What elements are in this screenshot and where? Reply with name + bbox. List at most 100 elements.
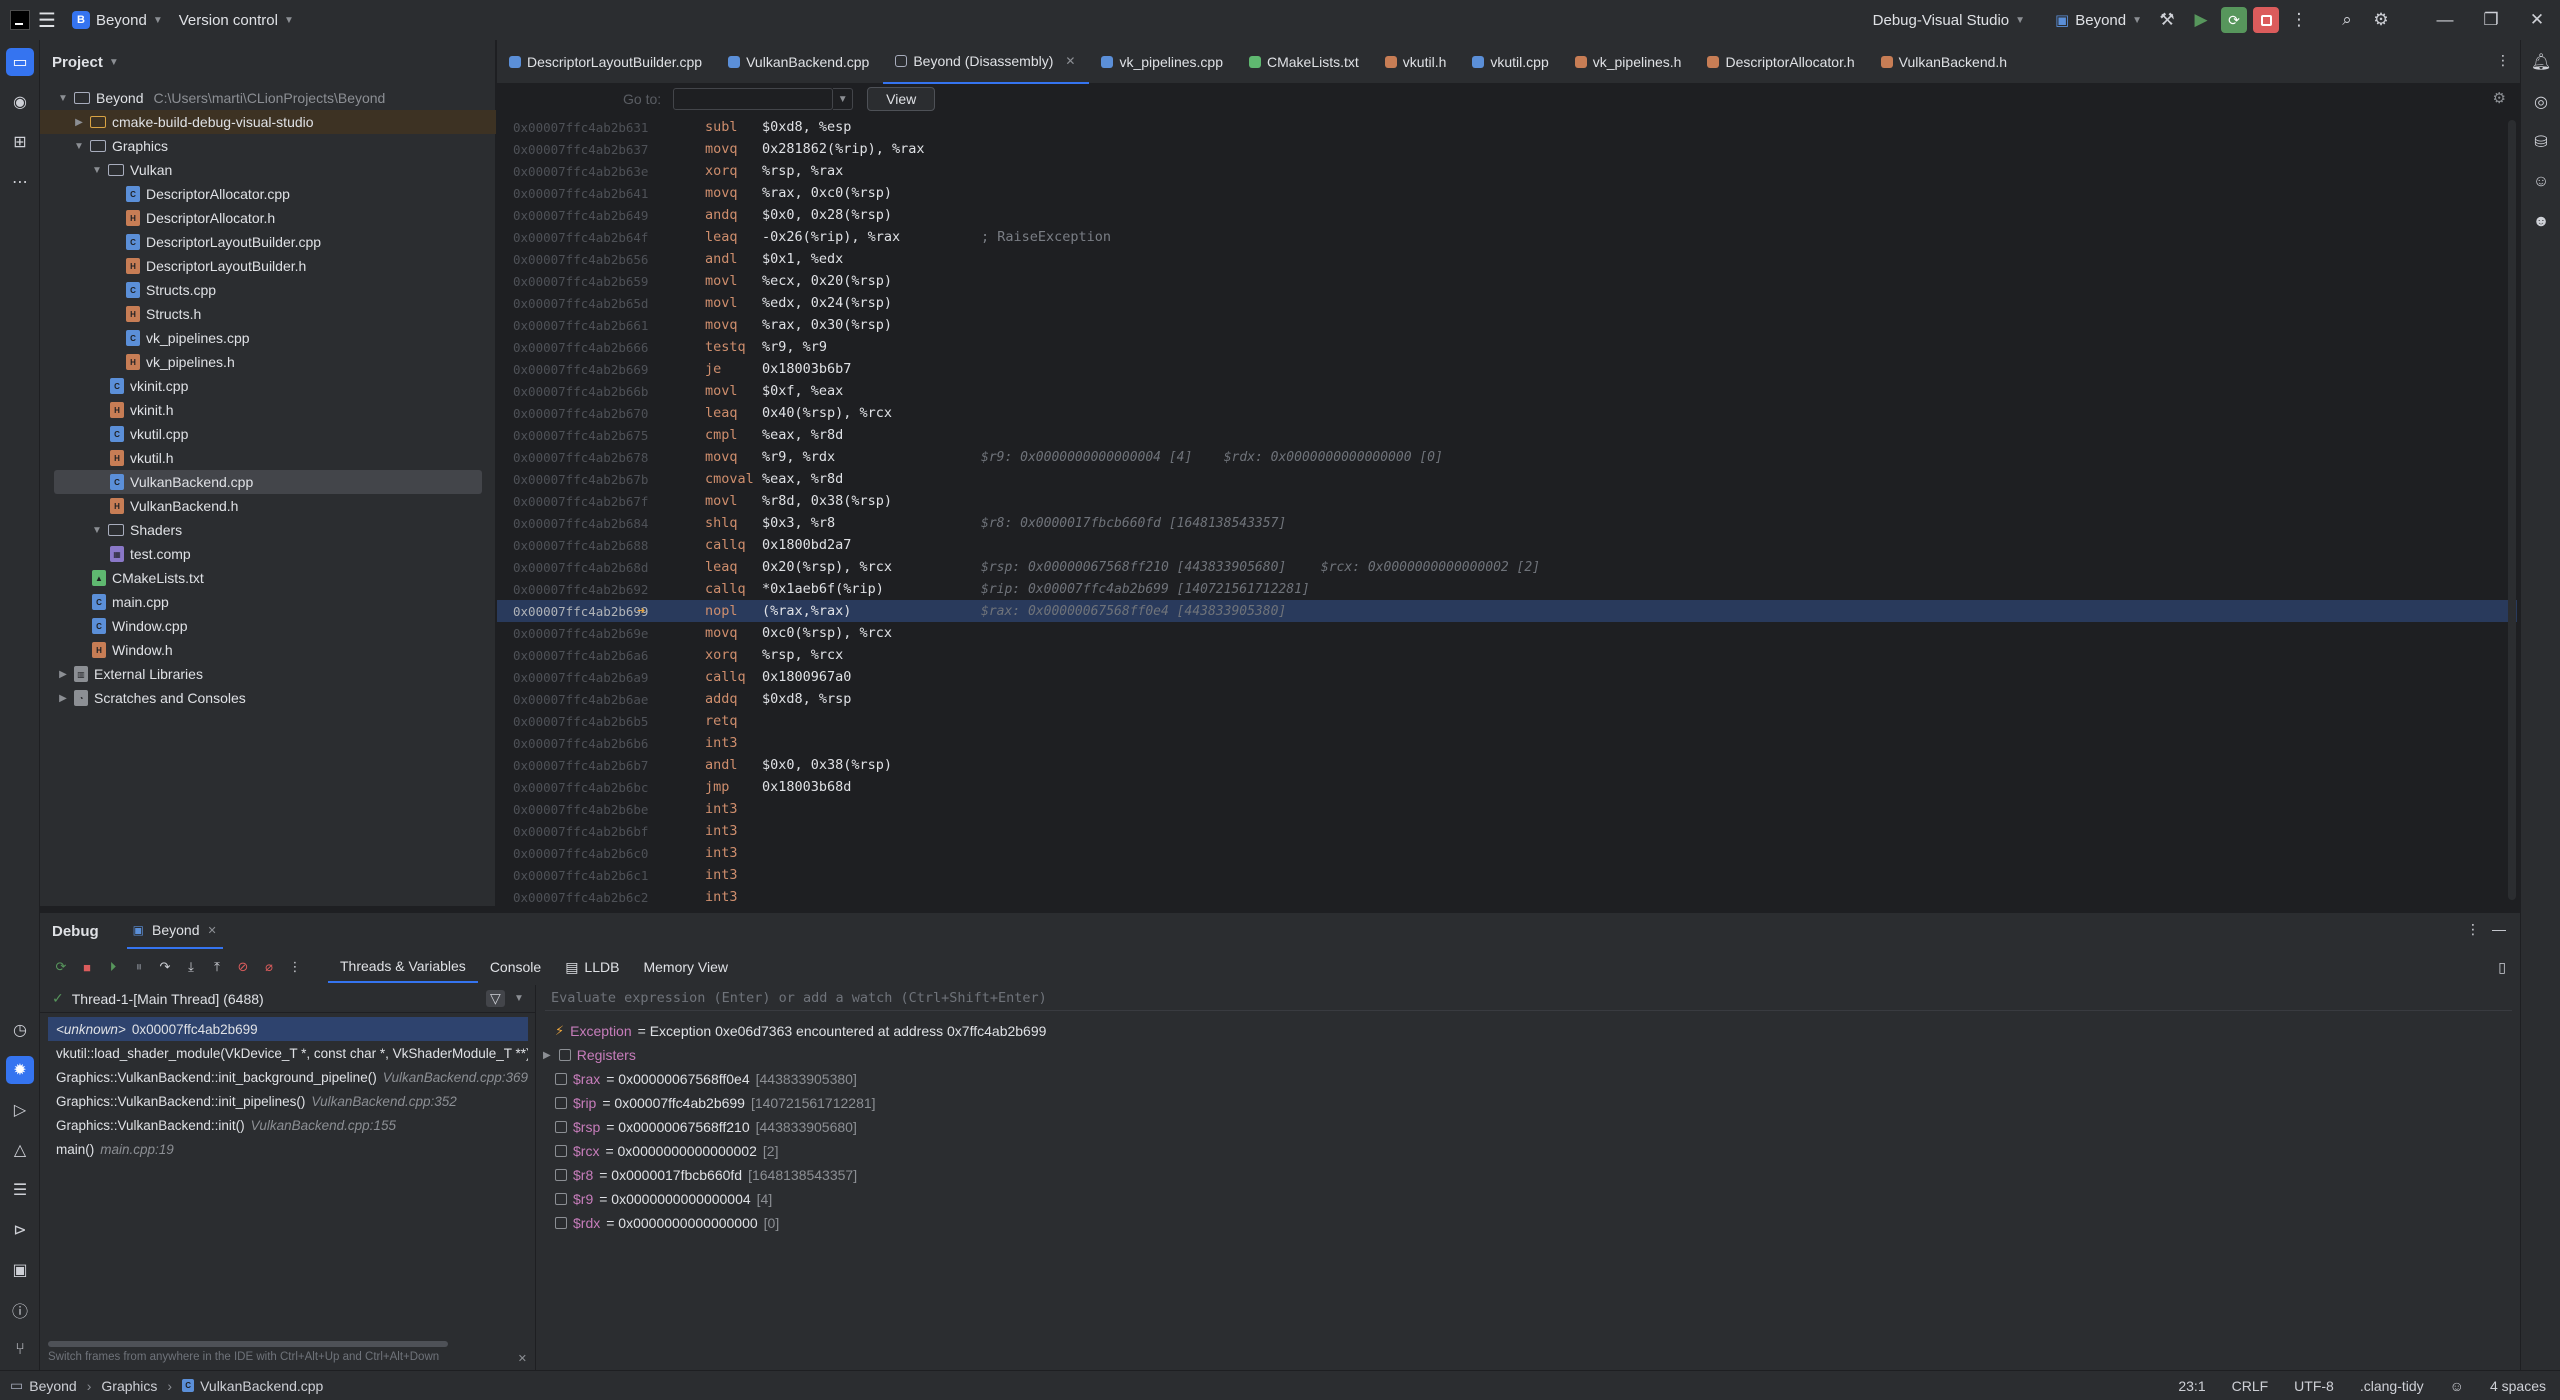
tree-item-file[interactable]: Hvk_pipelines.h (122, 350, 235, 374)
debug-session-tab[interactable]: ▣ Beyond ✕ (126, 913, 223, 949)
tree-root[interactable]: ▼ Beyond C:\Users\marti\CLionProjects\Be… (56, 86, 492, 110)
copilot-chat-icon[interactable]: ☻ (2527, 208, 2555, 236)
commit-tool-icon[interactable]: ◉ (6, 88, 34, 116)
register-row[interactable]: $r8 = 0x0000017fbcb660fd [1648138543357] (555, 1163, 857, 1187)
build-hammer-icon[interactable]: ⚒ (2150, 0, 2184, 40)
disassembly-row[interactable]: 0x00007ffc4ab2b67f movl %r8d, 0x38(%rsp) (497, 490, 2517, 512)
editor-scrollbar[interactable] (2508, 120, 2516, 900)
evaluate-expression-input[interactable]: Evaluate expression (Enter) or add a wat… (545, 985, 2512, 1011)
disassembly-row[interactable]: 0x00007ffc4ab2b6c0 int3 (497, 842, 2517, 864)
line-separator[interactable]: CRLF (2232, 1378, 2269, 1394)
project-tool-folder-icon[interactable]: ▭ (6, 48, 34, 76)
disassembly-row[interactable]: 0x00007ffc4ab2b64f leaq -0x26(%rip), %rax;… (497, 226, 2517, 248)
disassembly-row[interactable]: 0x00007ffc4ab2b6bc jmp 0x18003b68d (497, 776, 2517, 798)
tab-vkutil-h[interactable]: vkutil.h (1373, 40, 1461, 84)
ai-assistant-icon[interactable]: ◎ (2527, 88, 2555, 116)
tree-item-vulkan[interactable]: ▼ Vulkan (90, 158, 172, 182)
disassembly-row[interactable]: 0x00007ffc4ab2b637 movq 0x281862(%rip), %r… (497, 138, 2517, 160)
tree-item-file[interactable]: ▲ CMakeLists.txt (88, 566, 204, 590)
minimize-panel-icon[interactable]: — (2492, 921, 2506, 937)
disassembly-row[interactable]: 0x00007ffc4ab2b675 cmpl %eax, %r8d (497, 424, 2517, 446)
goto-address-input[interactable] (673, 88, 834, 110)
breadcrumb-item[interactable]: Beyond (29, 1378, 76, 1394)
tree-item-file[interactable]: Hvkutil.h (106, 446, 174, 470)
step-over-icon[interactable]: ↷ (152, 959, 178, 975)
more-tools-icon[interactable]: ⋯ (6, 168, 34, 196)
tree-item-file-selected[interactable]: C VulkanBackend.cpp (54, 470, 482, 494)
tab-threads-variables[interactable]: Threads & Variables (328, 951, 478, 983)
stack-frame[interactable]: <unknown> 0x00007ffc4ab2b699 (48, 1017, 528, 1041)
tree-item-file[interactable]: ▦ test.comp (106, 542, 191, 566)
run-tool-icon[interactable]: ▷ (6, 1096, 34, 1124)
filter-icon[interactable]: ▽ (486, 990, 505, 1007)
more-actions-icon[interactable]: ⋮ (282, 959, 308, 975)
stop-icon[interactable]: ■ (74, 960, 100, 975)
disassembly-row[interactable]: 0x00007ffc4ab2b6c1 int3 (497, 864, 2517, 886)
register-row[interactable]: $rip = 0x00007ffc4ab2b699 [140721561712281… (555, 1091, 876, 1115)
disassembly-row[interactable]: 0x00007ffc4ab2b67b cmoval %eax, %r8d (497, 468, 2517, 490)
tree-item-file[interactable]: Cvkutil.cpp (106, 422, 188, 446)
disassembly-row[interactable]: 0x00007ffc4ab2b65d movl %edx, 0x24(%rsp) (497, 292, 2517, 314)
disassembly-row[interactable]: 0x00007ffc4ab2b6bf int3 (497, 820, 2517, 842)
minimize-icon[interactable]: — (2422, 0, 2468, 40)
gear-icon[interactable]: ⚙ (2364, 0, 2398, 40)
git-branch-icon[interactable]: ⑂ (6, 1336, 34, 1364)
services-clock-icon[interactable]: ◷ (6, 1016, 34, 1044)
disassembly-row[interactable]: 0x00007ffc4ab2b6b6 int3 (497, 732, 2517, 754)
disassembly-row[interactable]: 0x00007ffc4ab2b6a6 xorq %rsp, %rcx (497, 644, 2517, 666)
tab-lldb[interactable]: ▤ LLDB (553, 951, 631, 983)
disassembly-row[interactable]: 0x00007ffc4ab2b656 andl $0x1, %edx (497, 248, 2517, 270)
run-config-selector[interactable]: Debug-Visual Studio ▼ (1865, 0, 2033, 40)
debug-run-icon[interactable]: ▶ (2184, 0, 2218, 40)
main-menu-button[interactable]: ☰ (30, 0, 64, 40)
tree-item-file[interactable]: C DescriptorAllocator.cpp (122, 182, 290, 206)
search-icon[interactable]: ⌕ (2330, 0, 2364, 40)
copilot-icon[interactable]: ☺ (2527, 168, 2555, 196)
tree-item-file[interactable]: C Structs.cpp (122, 278, 216, 302)
disassembly-row-current[interactable]: 0x00007ffc4ab2b699 ➔ nopl (%rax,%rax) $rax: … (497, 600, 2517, 622)
tab-cmakelists[interactable]: CMakeLists.txt (1237, 40, 1373, 84)
tab-descriptorlayoutbuilder-cpp[interactable]: DescriptorLayoutBuilder.cpp (497, 40, 716, 84)
warnings-triangle-icon[interactable]: △ (6, 1136, 34, 1164)
disassembly-row[interactable]: 0x00007ffc4ab2b684 shlq $0x3, %r8 $r8: 0x00… (497, 512, 2517, 534)
chevron-down-icon[interactable]: ▼ (833, 88, 854, 110)
notifications-bell-icon[interactable]: 🔔︎ (2527, 48, 2555, 76)
close-icon[interactable]: ✕ (1065, 54, 1075, 68)
tab-memory-view[interactable]: Memory View (631, 951, 740, 983)
vcs-selector[interactable]: Version control ▼ (171, 0, 302, 40)
disassembly-row[interactable]: 0x00007ffc4ab2b666 testq %r9, %r9 (497, 336, 2517, 358)
stack-frame[interactable]: Graphics::VulkanBackend::init_background… (48, 1065, 528, 1089)
tree-item-file[interactable]: H Window.h (88, 638, 173, 662)
tab-vkutil-cpp[interactable]: vkutil.cpp (1460, 40, 1562, 84)
pause-icon[interactable]: ⏸ (126, 959, 152, 975)
close-icon[interactable]: ✕ (2514, 0, 2560, 40)
stack-frame[interactable]: main() main.cpp:19 (48, 1137, 528, 1161)
more-options-icon[interactable]: ⋮ (2466, 921, 2480, 938)
disassembly-row[interactable]: 0x00007ffc4ab2b649 andq $0x0, 0x28(%rsp) (497, 204, 2517, 226)
restore-icon[interactable]: ❐ (2468, 0, 2514, 40)
tabs-more-icon[interactable]: ⋮ (2496, 52, 2510, 69)
tree-item-file[interactable]: C Window.cpp (88, 614, 187, 638)
run-target-selector[interactable]: ▣ Beyond ▼ (2047, 0, 2150, 40)
disassembly-row[interactable]: 0x00007ffc4ab2b63e xorq %rsp, %rax (497, 160, 2517, 182)
tree-item-file[interactable]: Cvk_pipelines.cpp (122, 326, 250, 350)
exception-row[interactable]: ⚡ Exception = Exception 0xe06d7363 encou… (555, 1019, 1046, 1043)
chevron-down-icon[interactable]: ▼ (514, 993, 524, 1004)
disassembly-editor[interactable]: 0x00007ffc4ab2b631 subl $0xd8, %esp 0x00007… (497, 116, 2520, 906)
tree-item-file[interactable]: C DescriptorLayoutBuilder.cpp (122, 230, 321, 254)
disassembly-row[interactable]: 0x00007ffc4ab2b688 callq 0x1800bd2a7 (497, 534, 2517, 556)
file-encoding[interactable]: UTF-8 (2294, 1378, 2334, 1394)
frames-hscrollbar[interactable] (48, 1341, 448, 1347)
tree-item-file[interactable]: H DescriptorAllocator.h (122, 206, 275, 230)
mute-breakpoints-icon[interactable]: ⌀ (256, 959, 282, 975)
stack-frame[interactable]: Graphics::VulkanBackend::init_pipelines(… (48, 1089, 528, 1113)
tab-vulkanbackend-cpp[interactable]: VulkanBackend.cpp (716, 40, 883, 84)
tab-vk-pipelines-h[interactable]: vk_pipelines.h (1563, 40, 1696, 84)
view-breakpoints-icon[interactable]: ⊘ (230, 959, 256, 975)
disassembly-row[interactable]: 0x00007ffc4ab2b6be int3 (497, 798, 2517, 820)
structure-tool-icon[interactable]: ⊞ (6, 128, 34, 156)
breadcrumb-item[interactable]: Graphics (101, 1378, 157, 1394)
breadcrumb-item[interactable]: VulkanBackend.cpp (200, 1378, 323, 1394)
step-into-icon[interactable]: ⤓ (178, 959, 204, 975)
disassembly-row[interactable]: 0x00007ffc4ab2b66b movl $0xf, %eax (497, 380, 2517, 402)
